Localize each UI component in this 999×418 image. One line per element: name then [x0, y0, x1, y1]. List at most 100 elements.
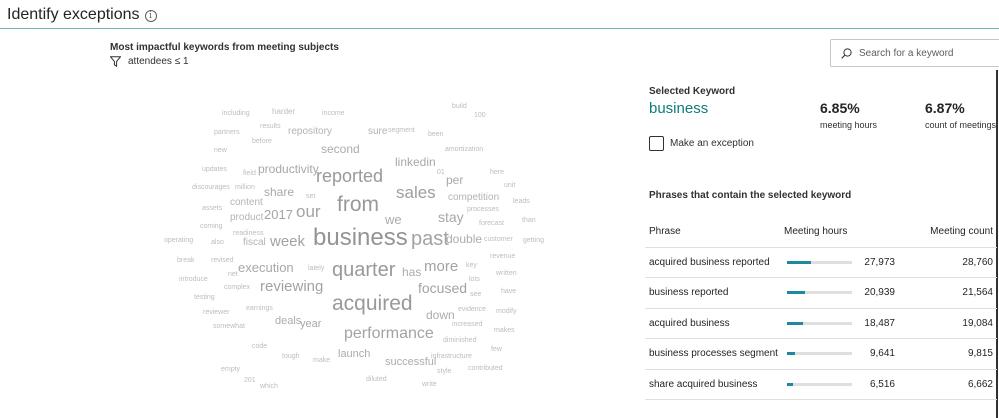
cloud-word[interactable]: increased — [452, 321, 482, 328]
cloud-word[interactable]: tough — [282, 353, 300, 360]
cloud-word[interactable]: 01 — [437, 169, 445, 176]
cloud-word[interactable]: competition — [448, 193, 499, 203]
make-exception-checkbox[interactable] — [649, 136, 664, 151]
cloud-word[interactable]: few — [491, 346, 502, 353]
cloud-word[interactable]: introduce — [179, 276, 208, 283]
cloud-word[interactable]: break — [177, 257, 195, 264]
table-row[interactable]: acquired business 18,487 19,084 — [645, 308, 997, 339]
cloud-word[interactable]: unit — [504, 182, 515, 189]
cloud-word[interactable]: make — [313, 357, 330, 364]
cloud-word[interactable]: before — [252, 138, 272, 145]
cloud-word[interactable]: lots — [469, 276, 480, 283]
cloud-word[interactable]: execution — [238, 261, 294, 274]
cloud-word[interactable]: million — [235, 184, 255, 191]
cloud-word[interactable]: operating — [164, 237, 193, 244]
cloud-word[interactable]: year — [300, 319, 321, 330]
cloud-word[interactable]: has — [402, 266, 421, 278]
table-row[interactable]: business reported 20,939 21,564 — [645, 277, 997, 309]
cloud-word[interactable]: new — [214, 147, 227, 154]
cloud-word[interactable]: reported — [316, 167, 383, 185]
cloud-word[interactable]: quarter — [332, 260, 395, 280]
cloud-word[interactable]: have — [501, 288, 516, 295]
cloud-word[interactable]: including — [222, 110, 250, 117]
cloud-word[interactable]: linkedin — [395, 156, 436, 168]
cloud-word[interactable]: acquired — [332, 293, 413, 314]
col-meeting-hours[interactable]: Meeting hours — [784, 216, 908, 248]
col-phrase[interactable]: Phrase — [645, 216, 784, 248]
cloud-word[interactable]: performance — [344, 326, 434, 342]
cloud-word[interactable]: key — [466, 262, 477, 269]
search-box[interactable] — [830, 39, 999, 67]
table-row[interactable]: acquired business reported 27,973 28,760 — [645, 247, 997, 278]
cloud-word[interactable]: business — [313, 226, 408, 250]
cloud-word[interactable]: week — [270, 234, 305, 249]
cloud-word[interactable]: 2017 — [264, 208, 293, 221]
cloud-word[interactable]: sure — [368, 127, 387, 137]
cloud-word[interactable]: fiscal — [243, 238, 266, 248]
cloud-word[interactable]: from — [337, 194, 379, 215]
cloud-word[interactable]: results — [260, 123, 281, 130]
cloud-word[interactable]: processes — [467, 206, 499, 213]
cloud-word[interactable]: which — [260, 383, 278, 390]
cloud-word[interactable]: been — [428, 131, 444, 138]
cloud-word[interactable]: field — [243, 170, 256, 177]
cloud-word[interactable]: per — [446, 174, 463, 186]
cloud-word[interactable]: diminished — [443, 337, 476, 344]
make-exception-row[interactable]: Make an exception — [649, 136, 754, 151]
info-icon[interactable]: i — [144, 9, 157, 22]
cloud-word[interactable]: written — [496, 270, 517, 277]
search-input[interactable] — [859, 47, 989, 59]
cloud-word[interactable]: second — [321, 143, 360, 155]
cloud-word[interactable]: build — [452, 103, 467, 110]
cloud-word[interactable]: sales — [396, 184, 436, 201]
cloud-word[interactable]: product — [230, 213, 263, 223]
cloud-word[interactable]: testing — [194, 294, 215, 301]
cloud-word[interactable]: our — [296, 203, 321, 220]
table-row[interactable]: business processes segment 9,641 9,815 — [645, 338, 997, 370]
cloud-word[interactable]: customer — [484, 236, 513, 243]
cloud-word[interactable]: segment — [388, 127, 415, 134]
cloud-word[interactable]: here — [490, 169, 504, 176]
cloud-word[interactable]: 201 — [244, 377, 256, 384]
cloud-word[interactable]: complex — [224, 284, 250, 291]
cloud-word[interactable]: style — [437, 368, 451, 375]
cloud-word[interactable]: code — [252, 343, 267, 350]
cloud-word[interactable]: empty — [221, 366, 240, 373]
cloud-word[interactable]: readiness — [233, 230, 263, 237]
cloud-word[interactable]: see — [470, 291, 481, 298]
cloud-word[interactable]: leads — [513, 198, 530, 205]
cloud-word[interactable]: discourages — [192, 184, 230, 191]
cloud-word[interactable]: than — [522, 217, 536, 224]
cloud-word[interactable]: successful — [385, 357, 436, 368]
cloud-word[interactable]: net — [228, 271, 238, 278]
cloud-word[interactable]: updates — [202, 166, 227, 173]
cloud-word[interactable]: deals — [275, 316, 301, 327]
cloud-word[interactable]: makes — [494, 327, 515, 334]
cloud-word[interactable]: partners — [214, 129, 240, 136]
cloud-word[interactable]: contributed — [468, 365, 503, 372]
cloud-word[interactable]: double — [446, 233, 482, 245]
cloud-word[interactable]: productivity — [258, 163, 319, 175]
cloud-word[interactable]: getting — [523, 237, 544, 244]
cloud-word[interactable]: somewhat — [213, 323, 245, 330]
cloud-word[interactable]: revised — [211, 257, 234, 264]
cloud-word[interactable]: more — [424, 259, 458, 274]
cloud-word[interactable]: reviewer — [203, 309, 229, 316]
table-row[interactable]: share acquired business 6,516 6,662 — [645, 369, 997, 400]
cloud-word[interactable]: income — [322, 110, 345, 117]
cloud-word[interactable]: amortization — [445, 146, 483, 153]
cloud-word[interactable]: earnings — [246, 305, 273, 312]
cloud-word[interactable]: harder — [272, 108, 295, 116]
cloud-word[interactable]: also — [211, 239, 224, 246]
cloud-word[interactable]: revenue — [490, 253, 515, 260]
cloud-word[interactable]: set — [306, 193, 315, 200]
cloud-word[interactable]: focused — [418, 281, 467, 295]
cloud-word[interactable]: diluted — [366, 376, 387, 383]
cloud-word[interactable]: coming — [200, 223, 223, 230]
col-meeting-count[interactable]: Meeting count — [908, 216, 997, 248]
cloud-word[interactable]: assets — [202, 205, 222, 212]
cloud-word[interactable]: launch — [338, 349, 370, 360]
cloud-word[interactable]: past — [411, 229, 449, 249]
cloud-word[interactable]: write — [422, 381, 437, 388]
cloud-word[interactable]: lately — [308, 265, 324, 272]
